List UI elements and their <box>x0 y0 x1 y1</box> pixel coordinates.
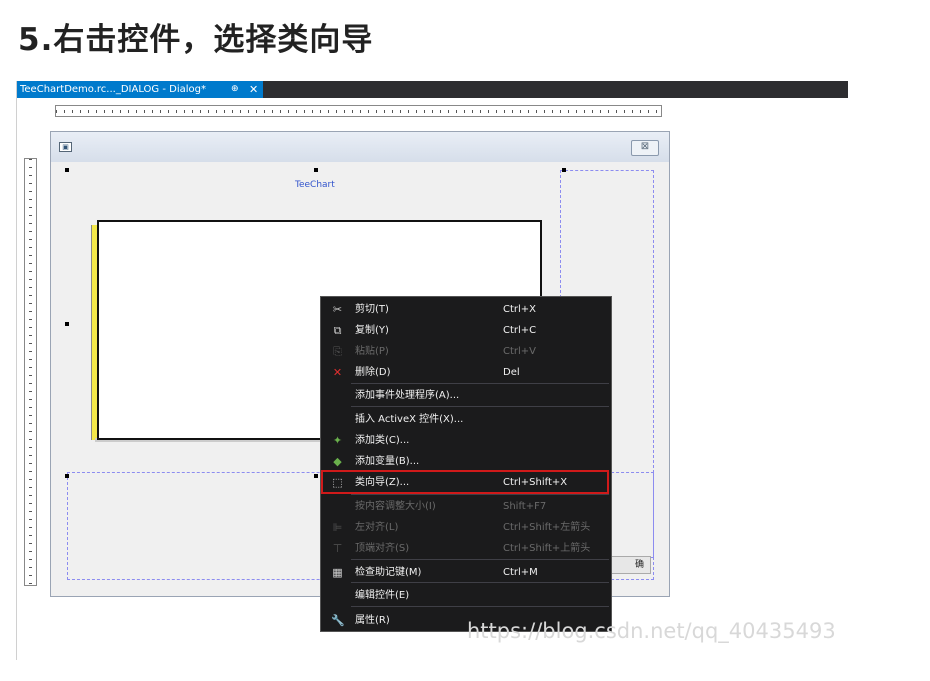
menu-item-label: 左对齐(L) <box>355 522 399 533</box>
menu-item-label: 检查助记键(M) <box>355 567 422 578</box>
resize-handle[interactable] <box>314 474 318 478</box>
menu-item-add-class[interactable]: ✦ 添加类(C)... <box>321 430 611 451</box>
close-icon[interactable]: ✕ <box>249 81 258 98</box>
resize-handle[interactable] <box>65 322 69 326</box>
menu-separator <box>351 494 609 495</box>
menu-item-paste[interactable]: ⎘ 粘贴(P) Ctrl+V <box>321 341 611 362</box>
paste-icon: ⎘ <box>333 345 342 358</box>
document-tab[interactable]: TeeChartDemo.rc..._DIALOG - Dialog* ⊕ ✕ <box>17 81 263 98</box>
copy-icon: ⧉ <box>333 324 342 337</box>
menu-item-shortcut: Ctrl+M <box>503 567 538 578</box>
add-class-icon: ✦ <box>332 434 343 447</box>
delete-icon: ✕ <box>332 366 343 379</box>
menu-item-check-mnemonics[interactable]: ▦ 检查助记键(M) Ctrl+M <box>321 562 611 583</box>
menu-item-shortcut: Shift+F7 <box>503 501 547 512</box>
align-top-icon: ⊤ <box>332 542 343 555</box>
menu-item-delete[interactable]: ✕ 删除(D) Del <box>321 362 611 383</box>
menu-item-label: 删除(D) <box>355 367 391 378</box>
pin-icon[interactable]: ⊕ <box>231 81 239 98</box>
menu-item-label: 编辑控件(E) <box>355 590 410 601</box>
menu-item-label: 添加变量(B)... <box>355 456 420 467</box>
menu-item-copy[interactable]: ⧉ 复制(Y) Ctrl+C <box>321 320 611 341</box>
dialog-app-icon: ▣ <box>59 142 72 152</box>
menu-item-label: 顶端对齐(S) <box>355 543 410 554</box>
menu-item-shortcut: Ctrl+X <box>503 304 537 315</box>
menu-item-label: 添加类(C)... <box>355 435 410 446</box>
scissors-icon: ✂ <box>332 303 343 316</box>
menu-item-align-top[interactable]: ⊤ 顶端对齐(S) Ctrl+Shift+上箭头 <box>321 538 611 559</box>
horizontal-ruler[interactable] <box>55 105 662 117</box>
resize-handle[interactable] <box>562 168 566 172</box>
align-left-icon: ⊫ <box>332 521 343 534</box>
context-menu: ✂ 剪切(T) Ctrl+X ⧉ 复制(Y) Ctrl+C ⎘ 粘贴(P) Ctrl+V ✕ 删除(… <box>320 296 612 632</box>
resize-handle[interactable] <box>65 474 69 478</box>
menu-item-label: 按内容调整大小(I) <box>355 501 436 512</box>
dialog-close-icon[interactable]: ⊠ <box>631 140 659 156</box>
menu-item-shortcut: Del <box>503 367 520 378</box>
menu-item-align-left[interactable]: ⊫ 左对齐(L) Ctrl+Shift+左箭头 <box>321 517 611 538</box>
menu-item-label: 剪切(T) <box>355 304 389 315</box>
page-heading: 5.右击控件，选择类向导 <box>18 22 374 58</box>
menu-item-label: 插入 ActiveX 控件(X)... <box>355 414 464 425</box>
menu-separator <box>351 406 609 407</box>
dialog-titlebar: ▣ ⊠ <box>51 132 669 162</box>
mnemonics-icon: ▦ <box>332 566 343 579</box>
menu-separator <box>351 383 609 384</box>
menu-item-add-event-handler[interactable]: 添加事件处理程序(A)... <box>321 385 611 406</box>
menu-item-shortcut: Ctrl+V <box>503 346 537 357</box>
resize-handle[interactable] <box>65 168 69 172</box>
vertical-ruler[interactable] <box>24 158 37 586</box>
wrench-icon: 🔧 <box>331 614 345 627</box>
tab-title: TeeChartDemo.rc..._DIALOG - Dialog* <box>20 84 206 95</box>
class-wizard-highlight-box <box>321 470 609 494</box>
ide-screenshot: TeeChartDemo.rc..._DIALOG - Dialog* ⊕ ✕ … <box>16 81 848 660</box>
menu-item-cut[interactable]: ✂ 剪切(T) Ctrl+X <box>321 299 611 320</box>
menu-item-edit-control[interactable]: 编辑控件(E) <box>321 585 611 606</box>
menu-separator <box>351 559 609 560</box>
menu-item-label: 属性(R) <box>355 615 390 626</box>
watermark: https://blog.csdn.net/qq_40435493 <box>467 619 836 643</box>
menu-item-label: 复制(Y) <box>355 325 389 336</box>
menu-item-shortcut: Ctrl+Shift+上箭头 <box>503 543 591 554</box>
menu-item-label: 添加事件处理程序(A)... <box>355 390 460 401</box>
menu-item-shortcut: Ctrl+C <box>503 325 537 336</box>
menu-item-size-to-content[interactable]: 按内容调整大小(I) Shift+F7 <box>321 496 611 517</box>
add-variable-icon: ◆ <box>333 455 342 468</box>
teechart-title: TeeChart <box>295 180 335 190</box>
menu-item-insert-activex[interactable]: 插入 ActiveX 控件(X)... <box>321 409 611 430</box>
document-tab-bar: TeeChartDemo.rc..._DIALOG - Dialog* ⊕ ✕ <box>17 81 848 98</box>
resize-handle[interactable] <box>314 168 318 172</box>
menu-item-shortcut: Ctrl+Shift+左箭头 <box>503 522 591 533</box>
menu-item-add-variable[interactable]: ◆ 添加变量(B)... <box>321 451 611 472</box>
menu-separator <box>351 606 609 607</box>
menu-item-label: 粘贴(P) <box>355 346 389 357</box>
